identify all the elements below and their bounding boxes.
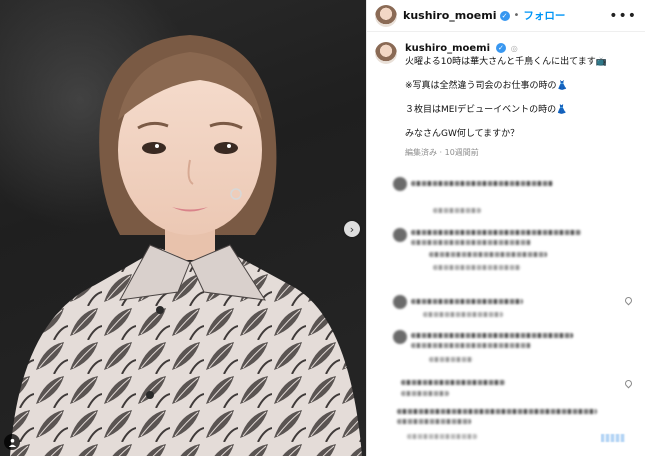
heart-icon[interactable] [623, 378, 634, 389]
user-tag-icon [8, 438, 16, 447]
verified-badge-icon: ✓ [495, 43, 506, 53]
post-side-panel: kushiro_moemi ✓ • フォロー ••• kushiro_moemi… [366, 0, 645, 456]
next-photo-button[interactable]: › [344, 221, 360, 237]
list-item [401, 380, 505, 385]
audio-icon: ◎ [510, 44, 518, 53]
caption-line-3: ３枚目はMEIデビューイベントの時の👗 [405, 105, 568, 115]
follow-button[interactable]: フォロー [523, 8, 565, 23]
caption: kushiro_moemi ✓ ◎ 火曜よる10時は華大さんと千鳥くんに出てます… [367, 32, 645, 159]
avatar[interactable] [375, 4, 397, 27]
post-header: kushiro_moemi ✓ • フォロー ••• [367, 0, 645, 32]
caption-username[interactable]: kushiro_moemi [405, 43, 490, 54]
post-media[interactable]: › [0, 0, 366, 456]
instagram-post-frame: › kushiro_moemi ✓ • フォロー ••• kushiro_moe… [0, 0, 645, 456]
portrait-photo [10, 35, 362, 456]
pixelated-element [601, 434, 625, 442]
caption-line-2: ※写真は全然違う司会のお仕事の時の👗 [405, 81, 568, 91]
avatar[interactable] [393, 228, 407, 242]
avatar[interactable] [393, 295, 407, 309]
chevron-right-icon: › [349, 222, 355, 236]
heart-icon[interactable] [623, 295, 634, 306]
list-item [411, 230, 581, 235]
caption-line-4: みなさんGW何してますか？ [405, 129, 520, 139]
list-item [411, 299, 523, 304]
avatar[interactable] [393, 330, 407, 344]
separator-dot: • [513, 10, 520, 21]
avatar[interactable] [393, 177, 407, 191]
username-link[interactable]: kushiro_moemi [403, 9, 497, 22]
verified-badge-icon: ✓ [499, 10, 510, 21]
user-tag-button[interactable] [4, 434, 20, 450]
more-options-icon[interactable]: ••• [609, 8, 637, 24]
caption-line-1: 火曜よる10時は華大さんと千鳥くんに出てます📺 [405, 57, 607, 67]
list-item [411, 181, 553, 186]
caption-avatar[interactable] [375, 42, 397, 64]
post-meta: 編集済み · 10週間前 [405, 148, 479, 157]
list-item [411, 333, 573, 338]
list-item [397, 409, 597, 414]
